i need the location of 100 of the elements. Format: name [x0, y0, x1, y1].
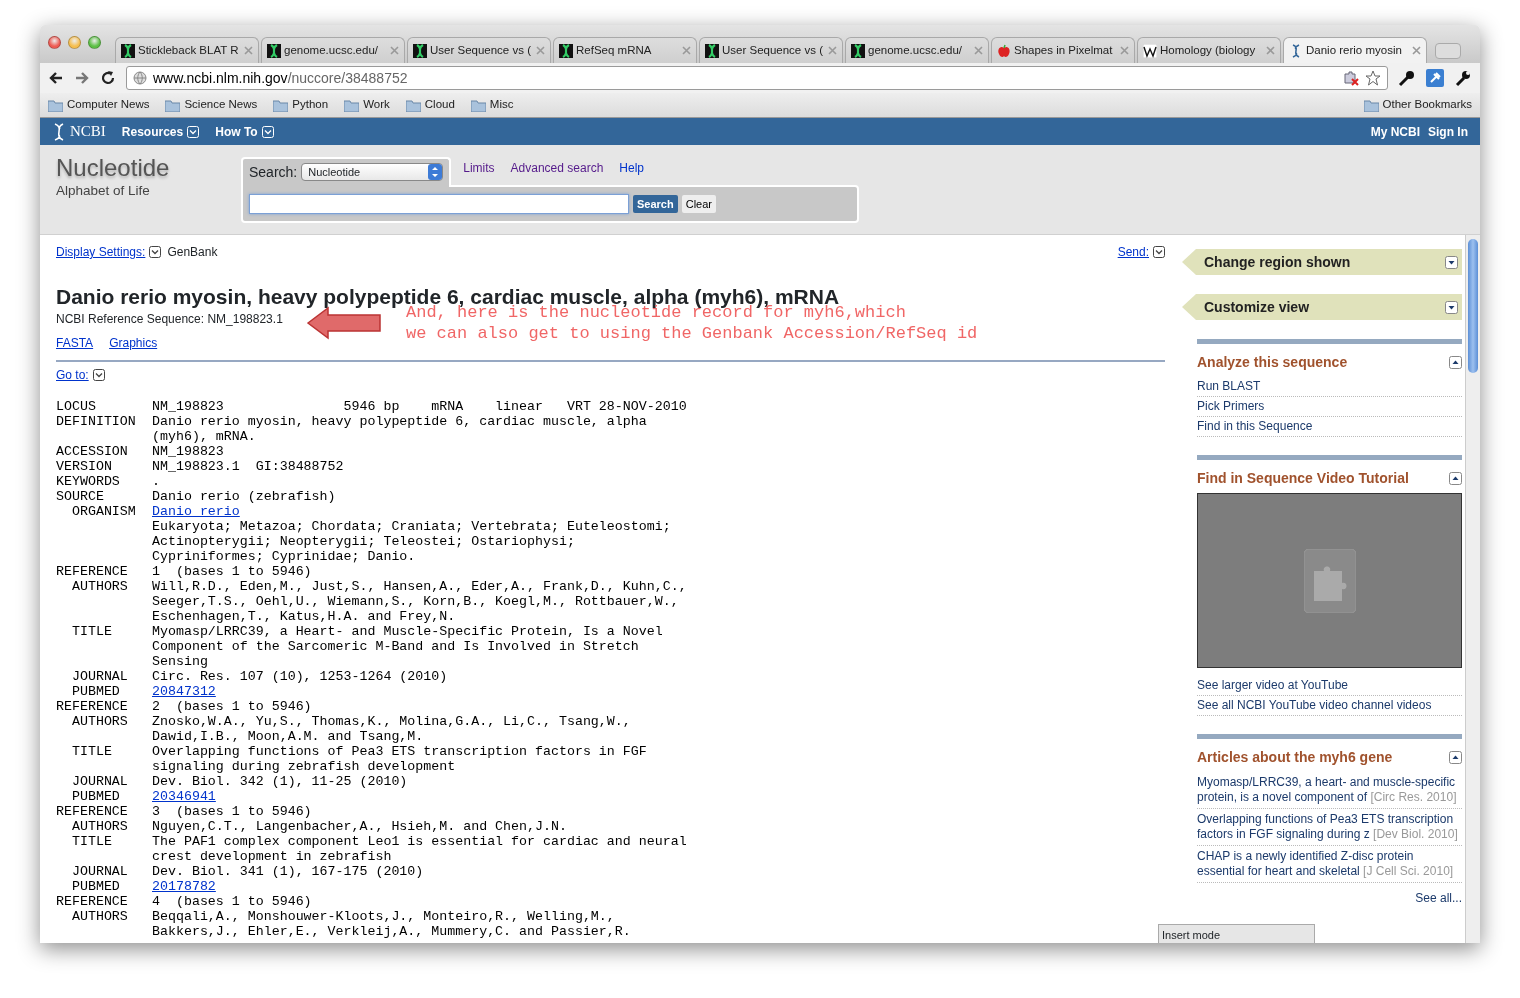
search-link[interactable]: Help: [619, 159, 644, 177]
wikipedia-favicon-icon: [1143, 43, 1157, 58]
field-value: Nguyen,C.T., Langenbacher,A., Hsieh,M. and Chen,J.N.: [152, 819, 567, 835]
record-link[interactable]: Danio rerio: [152, 504, 240, 520]
field-label: SOURCE: [56, 489, 105, 505]
display-settings-link[interactable]: Display Settings:: [56, 243, 146, 261]
field-value: Myomasp/LRRC39, a Heart- and Muscle-Specific Protein, Is a Novel: [152, 624, 663, 640]
format-label: GenBank: [167, 244, 218, 261]
browser-tab[interactable]: Homology (biology: [1137, 37, 1281, 63]
zoom-window-button[interactable]: [88, 35, 101, 49]
close-icon[interactable]: [1412, 46, 1421, 55]
browser-tab[interactable]: User Sequence vs (: [407, 37, 551, 63]
scrollbar[interactable]: [1465, 235, 1480, 943]
field-value: Danio rerio (zebrafish): [152, 489, 336, 505]
dropdown-icon[interactable]: [1153, 246, 1165, 258]
format-link[interactable]: FASTA: [56, 334, 94, 353]
key-icon[interactable]: [1398, 69, 1416, 87]
helix-logo-icon[interactable]: [52, 122, 66, 141]
field-label: AUTHORS: [70, 819, 129, 835]
reload-icon[interactable]: [100, 70, 116, 86]
field-label: TITLE: [70, 624, 113, 640]
back-icon[interactable]: [48, 70, 64, 86]
sidebar-link[interactable]: Find in this Sequence: [1197, 417, 1462, 437]
browser-tab[interactable]: Shapes in Pixelmat: [991, 37, 1135, 63]
article-link[interactable]: CHAP is a newly identified Z-disc protein essential for heart and skeletal [J Cell Sci. 2010]: [1197, 846, 1462, 883]
apple-favicon-icon: [997, 43, 1011, 58]
sidebar-link[interactable]: See larger video at YouTube: [1197, 676, 1462, 696]
article-link[interactable]: Myomasp/LRRC39, a heart- and muscle-specific protein, is a novel component of [Circ Res. 2010]: [1197, 772, 1462, 809]
account-link[interactable]: Sign In: [1428, 122, 1468, 141]
field-label: JOURNAL: [70, 774, 129, 790]
menu-link[interactable]: How To: [215, 122, 274, 141]
record-link[interactable]: 20847312: [152, 684, 216, 700]
clear-button[interactable]: Clear: [681, 194, 716, 214]
field-label: DEFINITION: [56, 414, 137, 430]
field-value: signaling during zebrafish development: [152, 759, 456, 775]
bookmark-folder[interactable]: Python: [273, 96, 329, 114]
field-label: REFERENCE: [56, 564, 129, 580]
bookmark-folder[interactable]: Misc: [470, 96, 514, 114]
folder-icon: [48, 98, 63, 112]
blocked-plugin-icon[interactable]: [1343, 70, 1359, 86]
dna-favicon-icon: [851, 43, 865, 58]
menu-link[interactable]: Resources: [121, 122, 200, 141]
ncbi-logo[interactable]: NCBI: [70, 120, 106, 143]
account-link[interactable]: My NCBI: [1370, 122, 1420, 141]
forward-icon[interactable]: [74, 70, 90, 86]
record-link[interactable]: 20178782: [152, 879, 216, 895]
expand-icon[interactable]: [1445, 300, 1458, 314]
search-link[interactable]: Limits: [463, 159, 495, 177]
bookmark-folder[interactable]: Computer News: [48, 96, 150, 114]
format-link[interactable]: Graphics: [109, 334, 158, 353]
send-link[interactable]: Send:: [1117, 243, 1149, 261]
sidebar-link[interactable]: Pick Primers: [1197, 397, 1462, 417]
search-button[interactable]: Search: [633, 194, 678, 214]
field-label: AUTHORS: [70, 579, 129, 595]
record-link[interactable]: 20346941: [152, 789, 216, 805]
section-tab[interactable]: Customize view: [1182, 294, 1462, 320]
collapse-icon[interactable]: [1449, 472, 1462, 485]
dropdown-icon[interactable]: [149, 246, 162, 258]
database-select[interactable]: Nucleotide: [301, 163, 444, 181]
minimize-window-button[interactable]: [68, 35, 81, 49]
field-label: TITLE: [70, 744, 113, 760]
folder-icon: [273, 98, 289, 112]
star-icon[interactable]: [1365, 70, 1381, 86]
section-heading: Find in Sequence Video Tutorial: [1197, 469, 1409, 488]
search-field[interactable]: [249, 194, 629, 214]
field-label: PUBMED: [70, 789, 121, 805]
bookmark-folder[interactable]: Cloud: [405, 96, 455, 114]
expand-icon[interactable]: [1445, 255, 1458, 269]
folder-icon: [470, 98, 486, 112]
browser-tab[interactable]: Stickleback BLAT R: [115, 37, 259, 63]
browser-tab[interactable]: genome.ucsc.edu/: [261, 37, 405, 63]
sidebar-link[interactable]: Run BLAST: [1197, 377, 1462, 397]
bookmark-folder[interactable]: Other Bookmarks: [1363, 96, 1472, 114]
bookmark-folder[interactable]: Science News: [165, 96, 258, 114]
browser-tab[interactable]: RefSeq mRNA: [553, 37, 697, 63]
bookmark-folder[interactable]: Work: [344, 96, 390, 114]
sidebar-link[interactable]: See all NCBI YouTube video channel videos: [1197, 696, 1462, 716]
close-window-button[interactable]: [48, 35, 61, 49]
field-label: VERSION: [56, 459, 113, 475]
dropdown-icon[interactable]: [92, 369, 105, 382]
pin-extension-icon[interactable]: [1426, 69, 1444, 87]
field-value: (myh6), mRNA.: [152, 429, 256, 445]
browser-tab[interactable]: genome.ucsc.edu/: [845, 37, 989, 63]
go-to-link[interactable]: Go to:: [56, 366, 89, 385]
search-link[interactable]: Advanced search: [510, 159, 604, 177]
browser-tab[interactable]: User Sequence vs (: [699, 37, 843, 63]
collapse-icon[interactable]: [1449, 751, 1462, 764]
see-all-link[interactable]: See all...: [1197, 889, 1462, 908]
section-tab[interactable]: Change region shown: [1182, 249, 1462, 275]
search-label: Search:: [249, 162, 298, 182]
field-value: NM_198823 5946 bp mRNA linear VRT 28-NOV-2010: [152, 399, 687, 415]
url-text: www.ncbi.nlm.nih.gov/nuccore/38488752: [153, 68, 408, 88]
wrench-icon[interactable]: [1454, 69, 1472, 87]
article-link[interactable]: Overlapping functions of Pea3 ETS transcription factors in FGF signaling during z [Dev Biol. 2010]: [1197, 809, 1462, 846]
address-bar[interactable]: www.ncbi.nlm.nih.gov/nuccore/38488752: [126, 66, 1388, 90]
field-value: 2 (bases 1 to 5946): [152, 699, 312, 715]
collapse-icon[interactable]: [1449, 356, 1462, 369]
browser-tab[interactable]: Danio rerio myosin: [1283, 37, 1427, 63]
dna-favicon-icon: [413, 43, 427, 58]
dropdown-icon: [187, 125, 200, 138]
